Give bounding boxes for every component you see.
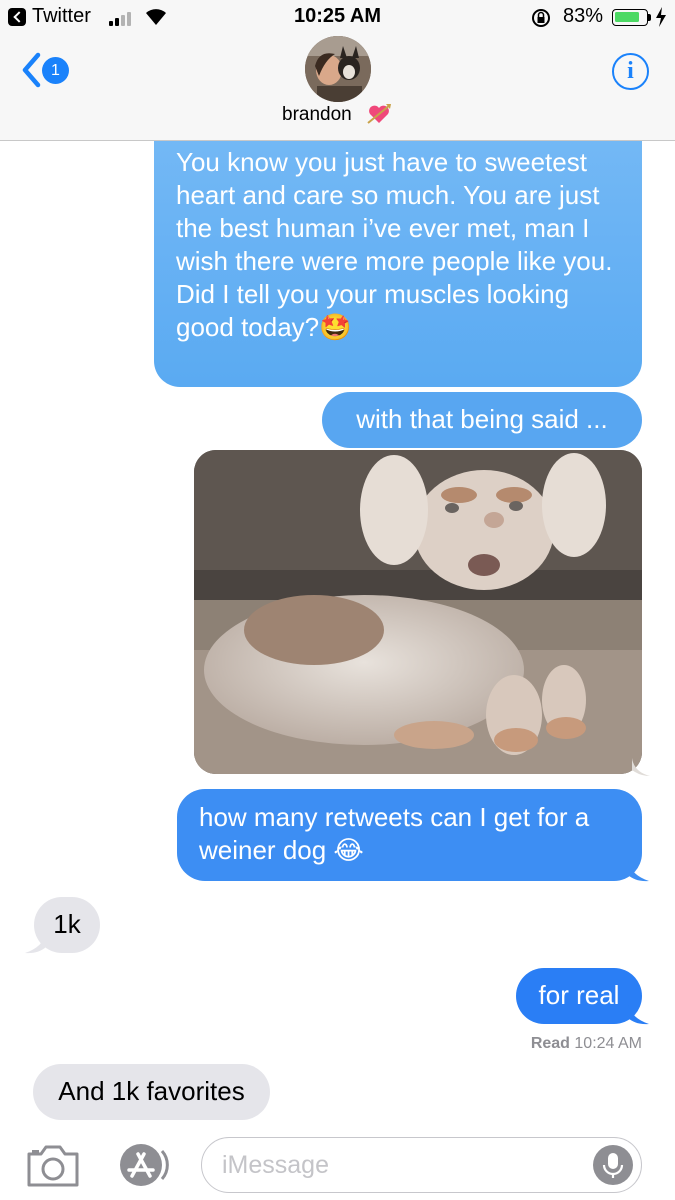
read-receipt-time: 10:24 AM — [574, 1035, 642, 1052]
battery-level-fill — [615, 12, 640, 22]
dachshund-puppy-photo[interactable] — [194, 450, 642, 774]
info-button[interactable]: i — [612, 53, 649, 90]
dictation-button[interactable] — [593, 1145, 633, 1185]
charging-bolt-icon — [656, 7, 666, 27]
read-receipt-label: Read — [530, 1035, 570, 1052]
app-store-icon[interactable] — [115, 1141, 175, 1189]
read-receipt: Read 10:24 AM — [531, 1035, 642, 1053]
sent-message-bubble[interactable]: You know you just have to sweetest heart… — [154, 141, 642, 387]
bubble-tail — [628, 861, 649, 882]
heart-arrow-emoji-icon — [367, 104, 391, 124]
battery-icon — [612, 9, 648, 26]
conversation-header: 1 brandon i — [0, 36, 675, 141]
sent-message-bubble[interactable]: for real — [516, 968, 642, 1024]
sent-message-bubble[interactable]: with that being said ... — [322, 392, 642, 448]
received-message-bubble[interactable]: And 1k favorites — [33, 1064, 270, 1120]
contact-name[interactable]: brandon — [282, 104, 352, 126]
compose-bar — [0, 1130, 675, 1200]
message-field[interactable] — [201, 1137, 642, 1193]
contact-avatar[interactable] — [305, 36, 371, 102]
message-input[interactable] — [222, 1150, 582, 1180]
battery-percent: 83% — [563, 5, 604, 27]
orientation-lock-icon — [532, 9, 550, 27]
bubble-tail — [628, 1004, 649, 1025]
status-bar: Twitter 10:25 AM 83% — [0, 0, 675, 36]
unread-count-badge[interactable]: 1 — [42, 57, 69, 84]
camera-icon[interactable] — [26, 1144, 80, 1188]
sent-message-bubble[interactable]: how many retweets can I get for a weiner… — [177, 789, 642, 881]
microphone-icon — [602, 1153, 624, 1178]
bubble-tail — [25, 933, 46, 954]
battery-terminal — [648, 14, 651, 21]
bubble-tail — [632, 758, 650, 776]
